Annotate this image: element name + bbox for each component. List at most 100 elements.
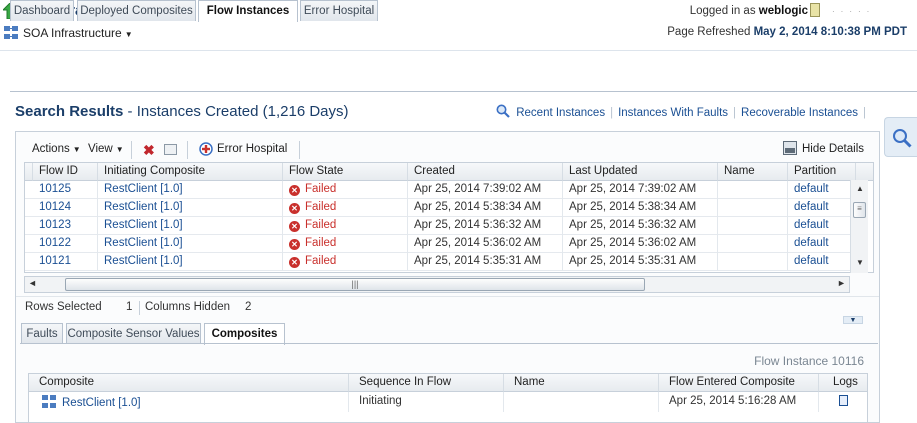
flow-instances-table: Flow ID Initiating Composite Flow State … xyxy=(24,162,874,273)
initiating-composite-cell[interactable]: RestClient [1.0] xyxy=(98,235,283,253)
created-cell: Apr 25, 2014 5:38:34 AM xyxy=(408,199,563,217)
flow-id-cell[interactable]: 10123 xyxy=(33,217,98,235)
col-flow-state[interactable]: Flow State xyxy=(283,163,408,181)
initiating-composite-cell[interactable]: RestClient [1.0] xyxy=(98,181,283,199)
table-row[interactable]: 10122 RestClient [1.0] ✕ Failed Apr 25, 2014… xyxy=(25,235,856,253)
partition-cell[interactable]: default xyxy=(788,253,856,271)
horizontal-scrollbar[interactable]: ◄ ||| ► xyxy=(24,276,850,293)
tab-composites[interactable]: Composites xyxy=(204,323,285,345)
link-separator: | xyxy=(863,107,866,119)
tab-divider xyxy=(10,91,917,92)
instances-with-faults-link[interactable]: Instances With Faults xyxy=(618,107,728,119)
detail-tab-divider xyxy=(20,343,878,344)
link-separator: | xyxy=(610,107,614,119)
soa-infrastructure-menu[interactable]: SOA Infrastructure ▼ xyxy=(23,26,133,40)
logs-cell xyxy=(819,392,867,412)
chevron-down-icon: ▼ xyxy=(72,145,81,154)
composites-table: Composite Sequence In Flow Name Flow Ent… xyxy=(28,373,868,423)
name-cell xyxy=(718,253,788,271)
created-cell: Apr 25, 2014 5:36:32 AM xyxy=(408,217,563,235)
rows-selected-value: 1 xyxy=(126,301,133,313)
recent-instances-link[interactable]: Recent Instances xyxy=(516,107,605,119)
side-search-button[interactable] xyxy=(884,117,917,157)
search-links: Recent Instances | Instances With Faults | R… xyxy=(496,104,871,119)
table-row[interactable]: 10123 RestClient [1.0] ✕ Failed Apr 25, 2014… xyxy=(25,217,856,235)
logged-in-text: Logged in as weblogic xyxy=(690,5,808,17)
log-icon[interactable] xyxy=(839,395,848,406)
tab-deployed-composites[interactable]: Deployed Composites xyxy=(77,0,196,21)
col-name[interactable]: Name xyxy=(718,163,788,181)
columns-hidden-value: 2 xyxy=(245,301,252,313)
search-results-label: Search Results xyxy=(15,103,124,120)
initiating-composite-cell[interactable]: RestClient [1.0] xyxy=(98,199,283,217)
tab-flow-instances[interactable]: Flow Instances xyxy=(198,0,298,22)
partition-cell[interactable]: default xyxy=(788,199,856,217)
last-updated-cell: Apr 25, 2014 5:36:32 AM xyxy=(563,217,718,235)
entered-cell: Apr 25, 2014 5:16:28 AM xyxy=(659,392,819,412)
scroll-left-icon[interactable]: ◄ xyxy=(28,278,37,288)
tab-faults[interactable]: Faults xyxy=(21,323,63,344)
page-refreshed-value: May 2, 2014 8:10:38 PM PDT xyxy=(753,26,907,38)
user-name[interactable]: weblogic xyxy=(759,5,808,17)
error-hospital-icon[interactable] xyxy=(199,142,213,156)
columns-hidden-label: Columns Hidden xyxy=(145,301,231,313)
flow-id-cell[interactable]: 10124 xyxy=(33,199,98,217)
failed-icon: ✕ xyxy=(289,239,300,250)
chevron-down-icon: ▼ xyxy=(115,145,124,154)
table-row[interactable]: 10125 RestClient [1.0] ✕ Failed Apr 25, 2014… xyxy=(25,181,856,199)
flow-state-text: Failed xyxy=(305,237,337,249)
error-hospital-button[interactable]: Error Hospital xyxy=(217,143,287,155)
collapse-details-button[interactable]: ▼ xyxy=(843,316,863,324)
col-created[interactable]: Created xyxy=(408,163,563,181)
flow-id-cell[interactable]: 10125 xyxy=(33,181,98,199)
checkbox-icon[interactable] xyxy=(164,144,177,155)
link-separator: | xyxy=(733,107,737,119)
flow-id-cell[interactable]: 10121 xyxy=(33,253,98,271)
col-initiating-composite[interactable]: Initiating Composite xyxy=(98,163,283,181)
table-row[interactable] xyxy=(25,271,853,272)
toolbar-separator xyxy=(187,141,188,159)
partition-cell[interactable]: default xyxy=(788,181,856,199)
tab-composite-sensor-values[interactable]: Composite Sensor Values xyxy=(66,323,201,344)
col-partition[interactable]: Partition xyxy=(788,163,856,181)
name-cell xyxy=(718,199,788,217)
table-row[interactable]: 10124 RestClient [1.0] ✕ Failed Apr 25, 2014… xyxy=(25,199,856,217)
scroll-up-icon[interactable]: ▲ xyxy=(856,184,864,193)
col-last-updated[interactable]: Last Updated xyxy=(563,163,718,181)
tab-dashboard[interactable]: Dashboard xyxy=(10,0,74,21)
scroll-down-icon[interactable]: ▼ xyxy=(856,258,864,267)
partition-cell[interactable]: default xyxy=(788,235,856,253)
col-name[interactable]: Name xyxy=(504,374,659,392)
scroll-thumb[interactable]: ≡ xyxy=(853,202,866,218)
page-refreshed: Page Refreshed May 2, 2014 8:10:38 PM PD… xyxy=(667,26,907,38)
hide-details-button[interactable]: Hide Details xyxy=(802,143,864,155)
delete-icon[interactable]: ✖ xyxy=(143,143,155,157)
initiating-composite-cell[interactable]: RestClient [1.0] xyxy=(98,217,283,235)
search-results-title: Search Results - Instances Created (1,21… xyxy=(15,103,349,120)
view-menu[interactable]: View ▼ xyxy=(88,143,124,155)
toolbar-separator xyxy=(131,141,132,159)
col-filler xyxy=(856,163,873,181)
composite-link[interactable]: RestClient [1.0] xyxy=(62,397,141,409)
col-sequence-in-flow[interactable]: Sequence In Flow xyxy=(349,374,504,392)
sequence-cell: Initiating xyxy=(349,392,504,412)
actions-menu[interactable]: Actions ▼ xyxy=(32,143,81,155)
vertical-scrollbar[interactable]: ▲ ≡ ▼ xyxy=(850,180,868,273)
col-composite[interactable]: Composite xyxy=(29,374,349,392)
scroll-right-icon[interactable]: ► xyxy=(837,278,846,288)
initiating-composite-cell[interactable]: RestClient [1.0] xyxy=(98,253,283,271)
table-row[interactable]: 10121 RestClient [1.0] ✕ Failed Apr 25, 2014… xyxy=(25,253,856,271)
failed-icon: ✕ xyxy=(289,257,300,268)
flow-id-cell[interactable]: 10122 xyxy=(33,235,98,253)
flow-state-cell: ✕ Failed xyxy=(283,217,408,235)
col-selector xyxy=(25,163,33,181)
tab-error-hospital[interactable]: Error Hospital xyxy=(300,0,378,21)
col-flow-id[interactable]: Flow ID xyxy=(33,163,98,181)
col-logs[interactable]: Logs xyxy=(819,374,867,392)
horizontal-scroll-thumb[interactable]: ||| xyxy=(65,278,645,291)
partition-cell[interactable]: default xyxy=(788,217,856,235)
recoverable-instances-link[interactable]: Recoverable Instances xyxy=(741,107,858,119)
col-flow-entered-composite[interactable]: Flow Entered Composite xyxy=(659,374,819,392)
chevron-down-icon: ▼ xyxy=(124,30,133,39)
last-updated-cell: Apr 25, 2014 5:38:34 AM xyxy=(563,199,718,217)
